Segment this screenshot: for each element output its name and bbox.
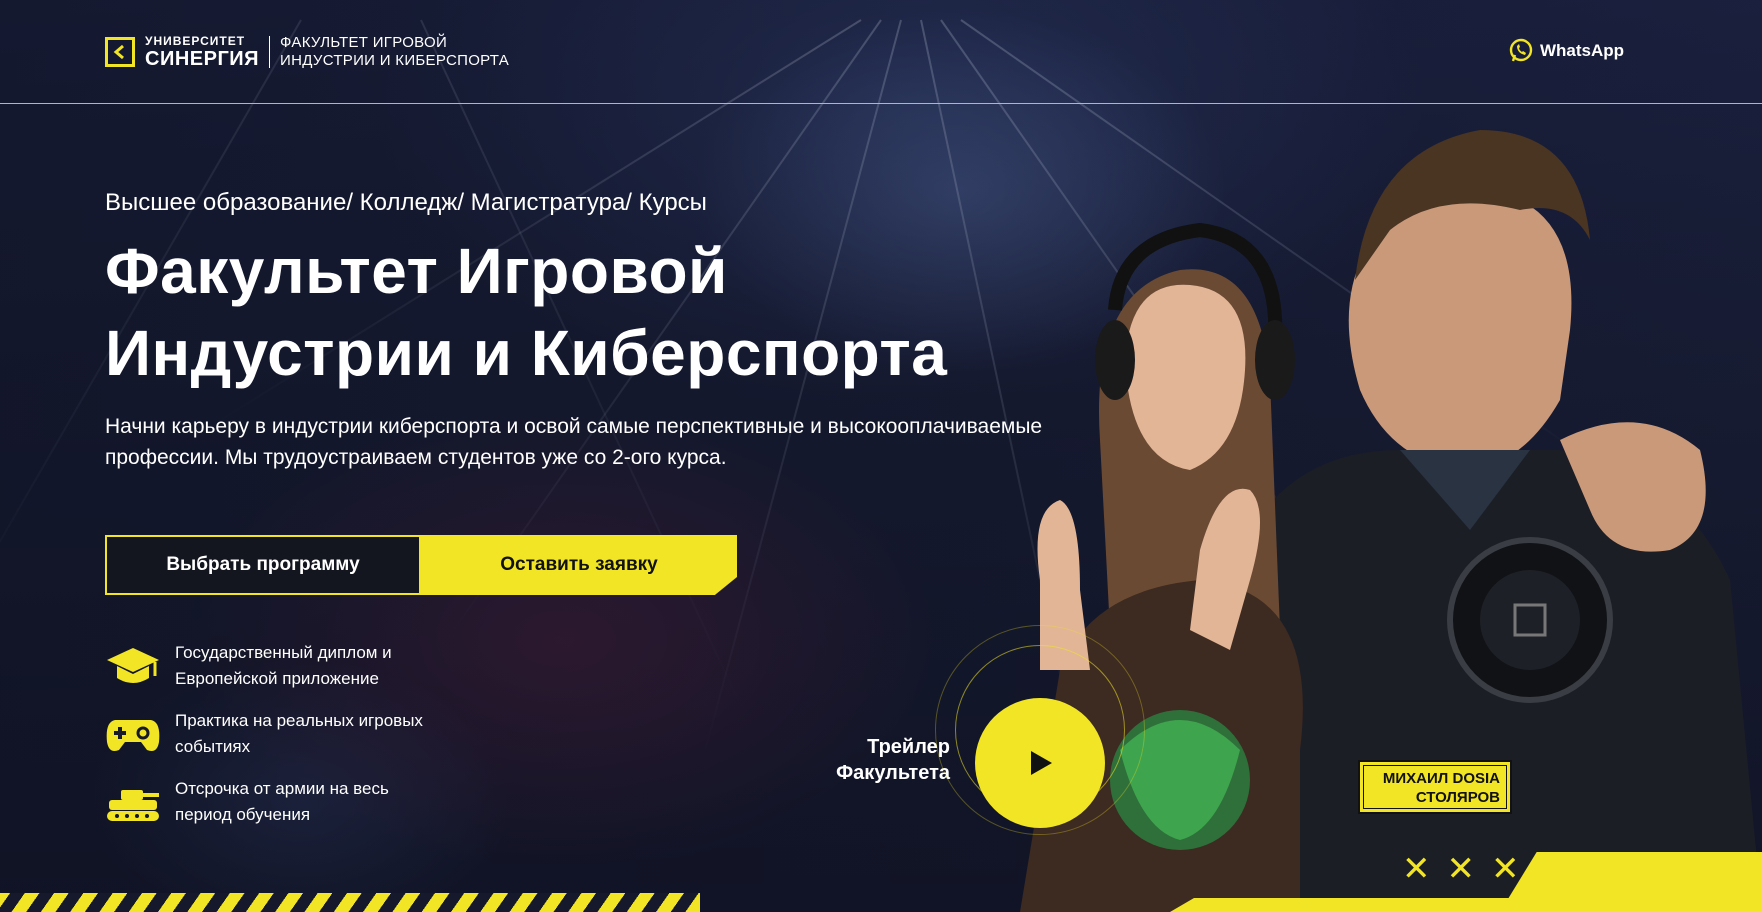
- cross-icon: ✕: [1491, 850, 1520, 888]
- submit-application-button[interactable]: Оставить заявку: [421, 535, 737, 595]
- decor-yellow-corner: [1500, 852, 1762, 912]
- trailer-line2: Факультета: [836, 762, 950, 784]
- page-title: Факультет Игровой Индустрии и Киберспорт…: [105, 230, 947, 394]
- synergy-logo-icon: [105, 37, 135, 67]
- faculty-line2: ИНДУСТРИИ И КИБЕРСПОРТА: [280, 52, 510, 69]
- tank-icon: [105, 780, 161, 824]
- name-badge: МИХАИЛ DOSIA СТОЛЯРОВ: [1358, 760, 1512, 814]
- feature-line2: период обучения: [175, 805, 311, 824]
- feature-text: Отсрочка от армии на весь период обучени…: [175, 776, 389, 828]
- play-icon: [1031, 751, 1052, 775]
- hero-buttons: Выбрать программу Оставить заявку: [105, 535, 737, 595]
- program-types: Высшее образование/ Колледж/ Магистратур…: [105, 189, 707, 216]
- logo-line2: СИНЕРГИЯ: [145, 48, 260, 70]
- trailer-line1: Трейлер: [867, 736, 950, 758]
- feature-item: Государственный диплом и Европейской при…: [105, 640, 423, 692]
- feature-line2: Европейской приложение: [175, 669, 379, 688]
- synergy-logo[interactable]: УНИВЕРСИТЕТ СИНЕРГИЯ ФАКУЛЬТЕТ ИГРОВОЙ И…: [105, 34, 509, 70]
- feature-item: Практика на реальных игровых событиях: [105, 708, 423, 760]
- gamepad-icon: [105, 712, 161, 756]
- faculty-line1: ФАКУЛЬТЕТ ИГРОВОЙ: [280, 34, 448, 51]
- feature-item: Отсрочка от армии на весь период обучени…: [105, 776, 423, 828]
- logo-faculty-name: ФАКУЛЬТЕТ ИГРОВОЙ ИНДУСТРИИ И КИБЕРСПОРТ…: [280, 34, 509, 70]
- feature-line2: событиях: [175, 737, 251, 756]
- logo-line1: УНИВЕРСИТЕТ: [145, 34, 246, 48]
- logo-divider: [269, 36, 271, 68]
- feature-line1: Государственный диплом и: [175, 643, 392, 662]
- graduation-cap-icon: [105, 644, 161, 688]
- feature-line1: Практика на реальных игровых: [175, 711, 423, 730]
- feature-text: Государственный диплом и Европейской при…: [175, 640, 392, 692]
- cross-icon: ✕: [1446, 850, 1476, 888]
- decor-hazard-stripe: [0, 893, 700, 912]
- site-header: УНИВЕРСИТЕТ СИНЕРГИЯ ФАКУЛЬТЕТ ИГРОВОЙ И…: [0, 0, 1762, 104]
- whatsapp-label: WhatsApp: [1539, 41, 1624, 60]
- whatsapp-icon: [1509, 38, 1533, 62]
- feature-line1: Отсрочка от армии на весь: [175, 779, 389, 798]
- whatsapp-link[interactable]: WhatsApp: [1508, 38, 1624, 64]
- feature-text: Практика на реальных игровых событиях: [175, 708, 423, 760]
- cross-icon: ✕: [1402, 850, 1431, 888]
- logo-university-name: УНИВЕРСИТЕТ СИНЕРГИЯ: [145, 35, 259, 69]
- hero-description: Начни карьеру в индустрии киберспорта и …: [105, 415, 1043, 469]
- trailer-label: Трейлер Факультета: [790, 734, 950, 786]
- play-trailer-button[interactable]: [975, 698, 1105, 828]
- choose-program-button[interactable]: Выбрать программу: [105, 535, 421, 595]
- features-list: Государственный диплом и Европейской при…: [105, 640, 423, 844]
- decor-crosses: ✕ ✕ ✕: [1402, 850, 1536, 888]
- title-line2: Индустрии и Киберспорта: [105, 317, 948, 389]
- title-line1: Факультет Игровой: [105, 235, 728, 307]
